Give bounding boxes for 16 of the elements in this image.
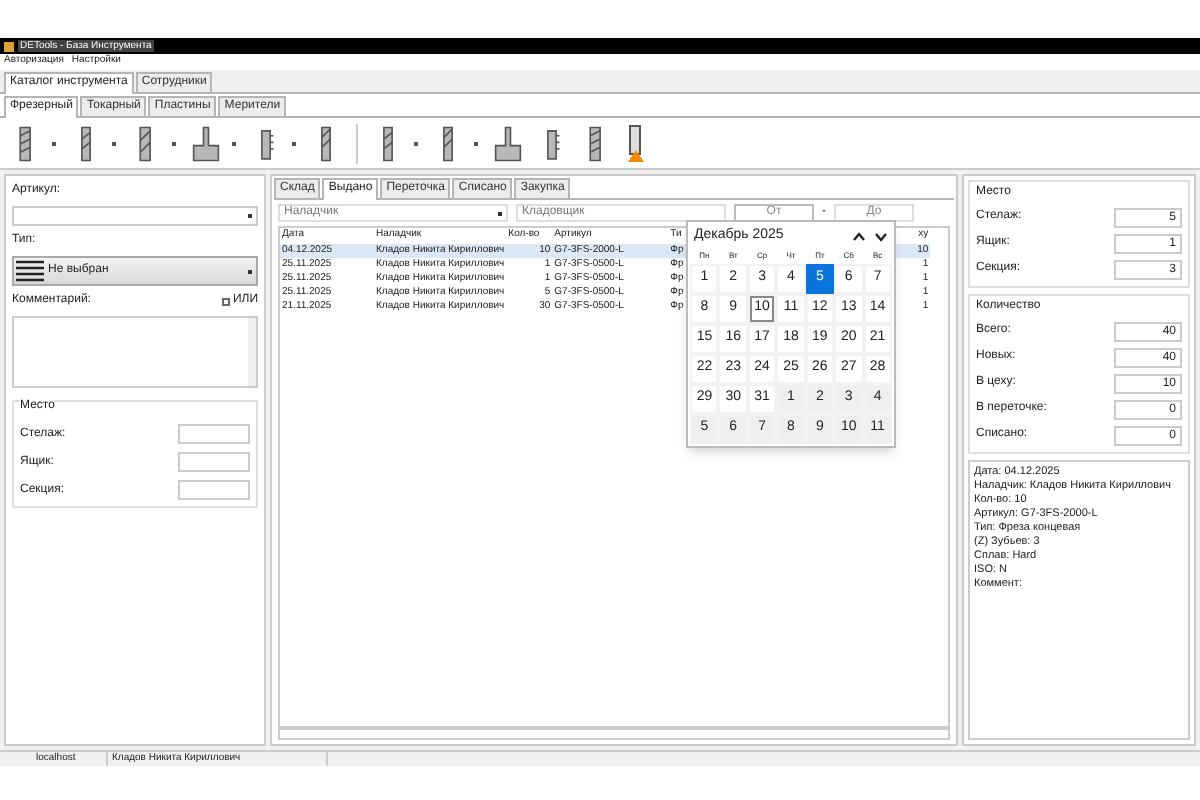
cutter-icon[interactable] [192,121,220,165]
caret-icon [248,214,252,218]
text-field[interactable] [178,480,250,500]
caret-icon [498,211,502,215]
cutter-icon[interactable] [494,121,522,165]
chevron-up-icon[interactable] [852,231,866,241]
caret-icon [248,269,252,273]
text-field[interactable] [178,424,250,444]
app-icon [4,41,14,51]
insert-icon[interactable] [626,123,646,163]
chevron-down-icon[interactable] [874,231,888,241]
comment-field[interactable] [12,316,258,388]
text-field[interactable] [178,452,250,472]
checkbox[interactable] [222,297,231,305]
horizontal-scrollbar[interactable] [278,728,950,740]
list-icon [16,259,44,283]
